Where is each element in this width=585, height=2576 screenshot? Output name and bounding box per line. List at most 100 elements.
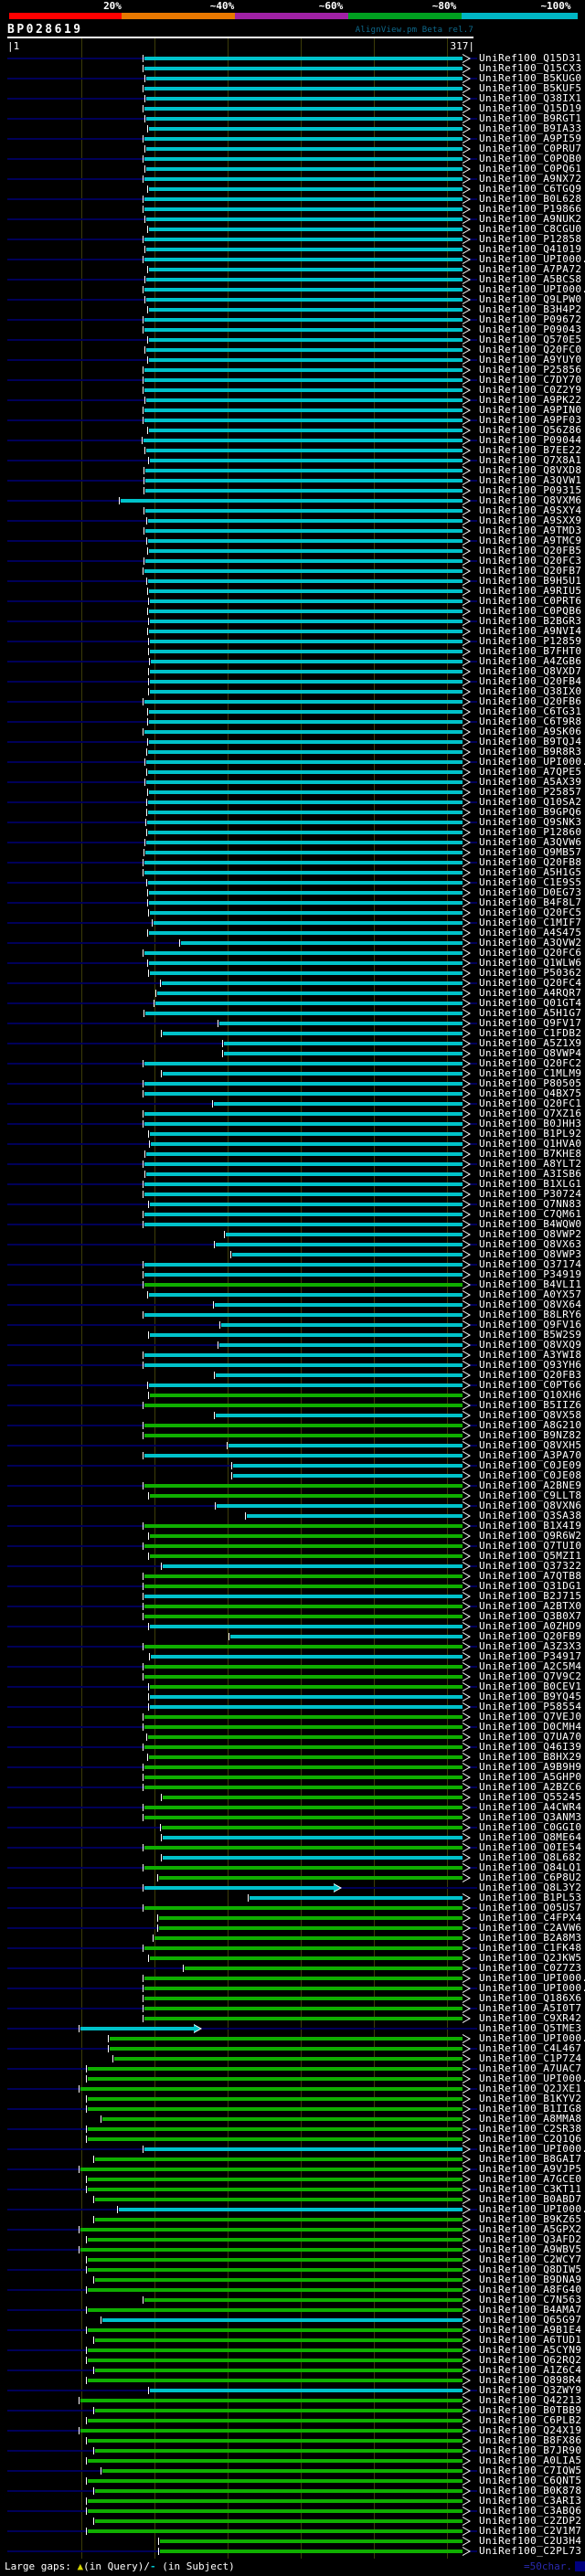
alignment-bar[interactable] [144,1946,463,1950]
alignment-bar[interactable] [217,1504,463,1508]
alignment-bar[interactable] [88,2178,463,2181]
alignment-bar[interactable] [144,1223,463,1226]
alignment-bar[interactable] [149,610,463,613]
alignment-bar[interactable] [144,1615,463,1618]
alignment-bar[interactable] [148,579,463,583]
alignment-bar[interactable] [144,328,463,332]
alignment-bar[interactable] [232,1253,463,1256]
alignment-bar[interactable] [80,2168,463,2171]
alignment-bar[interactable] [149,187,463,191]
alignment-bar[interactable] [151,1142,463,1146]
alignment-bar[interactable] [95,2449,463,2453]
alignment-bar[interactable] [80,2228,463,2231]
alignment-bar[interactable] [144,1313,463,1317]
alignment-bar[interactable] [150,2389,463,2392]
alignment-bar[interactable] [250,1896,463,1900]
alignment-bar[interactable] [80,2027,194,2030]
alignment-bar[interactable] [229,1444,463,1447]
alignment-bar[interactable] [95,2519,463,2523]
alignment-bar[interactable] [149,891,463,895]
alignment-bar[interactable] [160,2539,463,2543]
alignment-bar[interactable] [80,2399,463,2402]
alignment-bar[interactable] [144,1765,463,1769]
alignment-bar[interactable] [144,1866,463,1870]
alignment-bar[interactable] [149,790,463,794]
alignment-bar[interactable] [144,1213,463,1216]
alignment-bar[interactable] [163,1836,463,1839]
alignment-bar[interactable] [150,620,463,623]
alignment-bar[interactable] [95,2409,463,2412]
alignment-bar[interactable] [149,308,463,312]
alignment-bar[interactable] [224,1052,463,1055]
alignment-bar[interactable] [144,1846,463,1850]
alignment-bar[interactable] [148,831,463,834]
alignment-bar[interactable] [144,1484,463,1488]
alignment-bar[interactable] [149,931,463,935]
alignment-bar[interactable] [150,1494,463,1498]
alignment-bar[interactable] [144,1977,463,1980]
alignment-bar[interactable] [148,519,463,523]
alignment-bar[interactable] [216,1373,463,1377]
alignment-bar[interactable] [146,449,463,452]
alignment-bar[interactable] [88,2328,463,2332]
alignment-bar[interactable] [148,800,463,804]
alignment-bar[interactable] [88,2268,463,2272]
alignment-bar[interactable] [149,358,463,362]
alignment-bar[interactable] [216,1414,463,1417]
alignment-bar[interactable] [144,1906,463,1910]
alignment-bar[interactable] [149,710,463,714]
alignment-bar[interactable] [144,1645,463,1648]
alignment-bar[interactable] [88,2509,463,2513]
alignment-bar[interactable] [146,167,463,171]
alignment-bar[interactable] [150,1705,463,1709]
alignment-bar[interactable] [95,2218,463,2221]
alignment-bar[interactable] [102,2469,463,2473]
alignment-bar[interactable] [148,811,463,814]
alignment-bar[interactable] [151,660,463,663]
alignment-bar[interactable] [144,368,463,372]
alignment-bar[interactable] [163,1856,463,1860]
alignment-bar[interactable] [162,981,463,985]
alignment-bar[interactable] [88,2479,463,2483]
alignment-bar[interactable] [88,2097,463,2101]
alignment-bar[interactable] [144,871,463,875]
alignment-bar[interactable] [88,2238,463,2242]
alignment-bar[interactable] [144,951,463,955]
alignment-bar[interactable] [146,780,463,784]
alignment-bar[interactable] [144,388,463,392]
alignment-bar[interactable] [95,2338,463,2342]
alignment-bar[interactable] [154,921,463,925]
alignment-bar[interactable] [88,2499,463,2503]
alignment-bar[interactable] [154,1936,463,1940]
alignment-bar[interactable] [146,1172,463,1176]
alignment-bar[interactable] [144,569,463,573]
alignment-bar[interactable] [95,2198,463,2201]
alignment-bar[interactable] [88,2288,463,2292]
alignment-bar[interactable] [144,419,463,422]
alignment-bar[interactable] [146,248,463,251]
alignment-bar[interactable] [88,2067,463,2071]
alignment-bar[interactable] [150,911,463,915]
alignment-bar[interactable] [144,1454,463,1458]
alignment-bar[interactable] [144,1263,463,1267]
alignment-bar[interactable] [88,2308,463,2312]
alignment-bar[interactable] [144,1745,463,1749]
alignment-bar[interactable] [144,1193,463,1196]
alignment-bar[interactable] [150,1534,463,1538]
alignment-bar[interactable] [88,2188,463,2191]
alignment-bar[interactable] [150,670,463,673]
alignment-bar[interactable] [144,318,463,322]
alignment-bar[interactable] [121,499,463,503]
alignment-bar[interactable] [150,971,463,975]
alignment-bar[interactable] [149,549,463,553]
alignment-bar[interactable] [88,2379,463,2382]
alignment-bar[interactable] [149,228,463,231]
alignment-bar[interactable] [144,288,463,292]
alignment-bar[interactable] [88,2258,463,2262]
alignment-bar[interactable] [144,1524,463,1528]
alignment-bar[interactable] [144,1273,463,1277]
alignment-bar[interactable] [88,2127,463,2131]
alignment-bar[interactable] [144,1162,463,1166]
alignment-bar[interactable] [144,1434,463,1437]
alignment-bar[interactable] [150,1132,463,1136]
